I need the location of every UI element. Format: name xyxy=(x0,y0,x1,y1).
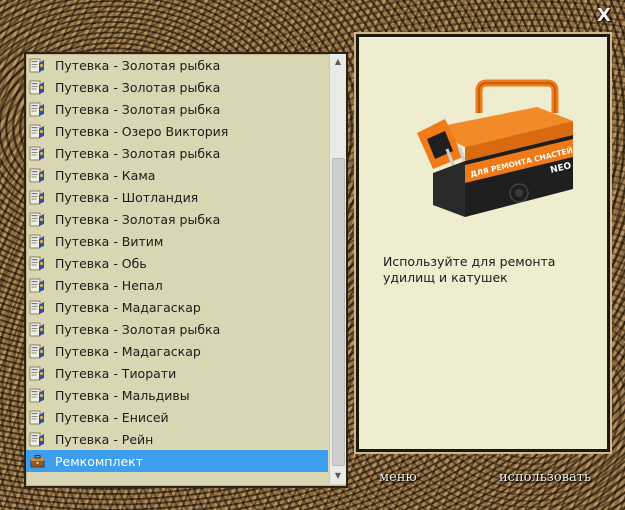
voucher-icon xyxy=(29,321,46,338)
item-list-panel: Путевка - Золотая рыбка Путевка - Золотая… xyxy=(24,52,348,488)
voucher-icon xyxy=(29,123,46,140)
list-item[interactable]: Путевка - Озеро Виктория xyxy=(26,120,328,142)
list-item[interactable]: Путевка - Обь xyxy=(26,252,328,274)
voucher-icon xyxy=(29,409,46,426)
voucher-icon xyxy=(29,145,46,162)
voucher-icon xyxy=(29,167,46,184)
list-item[interactable]: Путевка - Золотая рыбка xyxy=(26,318,328,340)
list-item-label: Путевка - Золотая рыбка xyxy=(55,79,221,95)
voucher-icon xyxy=(29,79,46,96)
list-item[interactable]: Путевка - Шотландия xyxy=(26,186,328,208)
list-item-label: Путевка - Золотая рыбка xyxy=(55,57,221,73)
list-item[interactable]: Путевка - Золотая рыбка xyxy=(26,76,328,98)
list-item-label: Путевка - Рейн xyxy=(55,431,154,447)
list-item-label: Путевка - Мальдивы xyxy=(55,387,190,403)
repair-kit-icon xyxy=(29,453,46,470)
list-item-selected[interactable]: Ремкомплект xyxy=(26,450,328,472)
list-item-label: Путевка - Золотая рыбка xyxy=(55,321,221,337)
repair-toolbox-image: ДЛЯ РЕМОНТА СНАСТЕЙ NEO xyxy=(417,79,574,217)
voucher-icon xyxy=(29,343,46,360)
list-item-label: Ремкомплект xyxy=(55,453,143,469)
list-item[interactable]: Путевка - Рейн xyxy=(26,428,328,450)
close-button[interactable]: X xyxy=(595,6,613,26)
list-scrollbar[interactable]: ▲ ▼ xyxy=(329,54,346,484)
list-item-label: Путевка - Шотландия xyxy=(55,189,199,205)
list-item-label: Путевка - Енисей xyxy=(55,409,169,425)
voucher-icon xyxy=(29,57,46,74)
list-item-label: Путевка - Золотая рыбка xyxy=(55,145,221,161)
list-item-label: Путевка - Мадагаскар xyxy=(55,299,201,315)
voucher-icon xyxy=(29,365,46,382)
list-item[interactable]: Путевка - Мадагаскар xyxy=(26,296,328,318)
list-item-label: Путевка - Озеро Виктория xyxy=(55,123,229,139)
list-item[interactable]: Путевка - Кама xyxy=(26,164,328,186)
list-item[interactable]: Путевка - Мадагаскар xyxy=(26,340,328,362)
list-item-label: Путевка - Тиорати xyxy=(55,365,177,381)
inventory-window: X Путевка - Золотая рыбка Путевка - Золот… xyxy=(0,0,625,510)
list-item[interactable]: Путевка - Золотая рыбка xyxy=(26,98,328,120)
voucher-icon xyxy=(29,189,46,206)
list-item-label: Путевка - Золотая рыбка xyxy=(55,101,221,117)
use-button[interactable]: использовать xyxy=(499,470,591,485)
voucher-icon xyxy=(29,101,46,118)
voucher-icon xyxy=(29,255,46,272)
voucher-icon xyxy=(29,431,46,448)
list-item-label: Путевка - Кама xyxy=(55,167,156,183)
voucher-icon xyxy=(29,211,46,228)
voucher-icon xyxy=(29,299,46,316)
list-item-label: Путевка - Витим xyxy=(55,233,164,249)
voucher-icon xyxy=(29,277,46,294)
list-item[interactable]: Путевка - Золотая рыбка xyxy=(26,208,328,230)
list-item[interactable]: Путевка - Мальдивы xyxy=(26,384,328,406)
list-item[interactable]: Путевка - Енисей xyxy=(26,406,328,428)
list-item-label: Путевка - Золотая рыбка xyxy=(55,211,221,227)
item-list: Путевка - Золотая рыбка Путевка - Золотая… xyxy=(26,54,328,484)
item-description: Используйте для ремонта удилищ и катушек xyxy=(383,254,556,285)
list-item[interactable]: Путевка - Витим xyxy=(26,230,328,252)
item-detail-panel: ДЛЯ РЕМОНТА СНАСТЕЙ NEO Используйте для … xyxy=(356,34,610,452)
list-item-label: Путевка - Непал xyxy=(55,277,163,293)
scroll-thumb[interactable] xyxy=(332,158,345,466)
voucher-icon xyxy=(29,387,46,404)
list-item-label: Путевка - Обь xyxy=(55,255,147,271)
voucher-icon xyxy=(29,233,46,250)
scroll-up-icon[interactable]: ▲ xyxy=(330,54,346,70)
list-item[interactable]: Путевка - Непал xyxy=(26,274,328,296)
list-item-label: Путевка - Мадагаскар xyxy=(55,343,201,359)
list-item[interactable]: Путевка - Золотая рыбка xyxy=(26,142,328,164)
scroll-down-icon[interactable]: ▼ xyxy=(330,468,346,484)
list-item[interactable]: Путевка - Тиорати xyxy=(26,362,328,384)
menu-button[interactable]: меню xyxy=(379,470,417,485)
list-item[interactable]: Путевка - Золотая рыбка xyxy=(26,54,328,76)
